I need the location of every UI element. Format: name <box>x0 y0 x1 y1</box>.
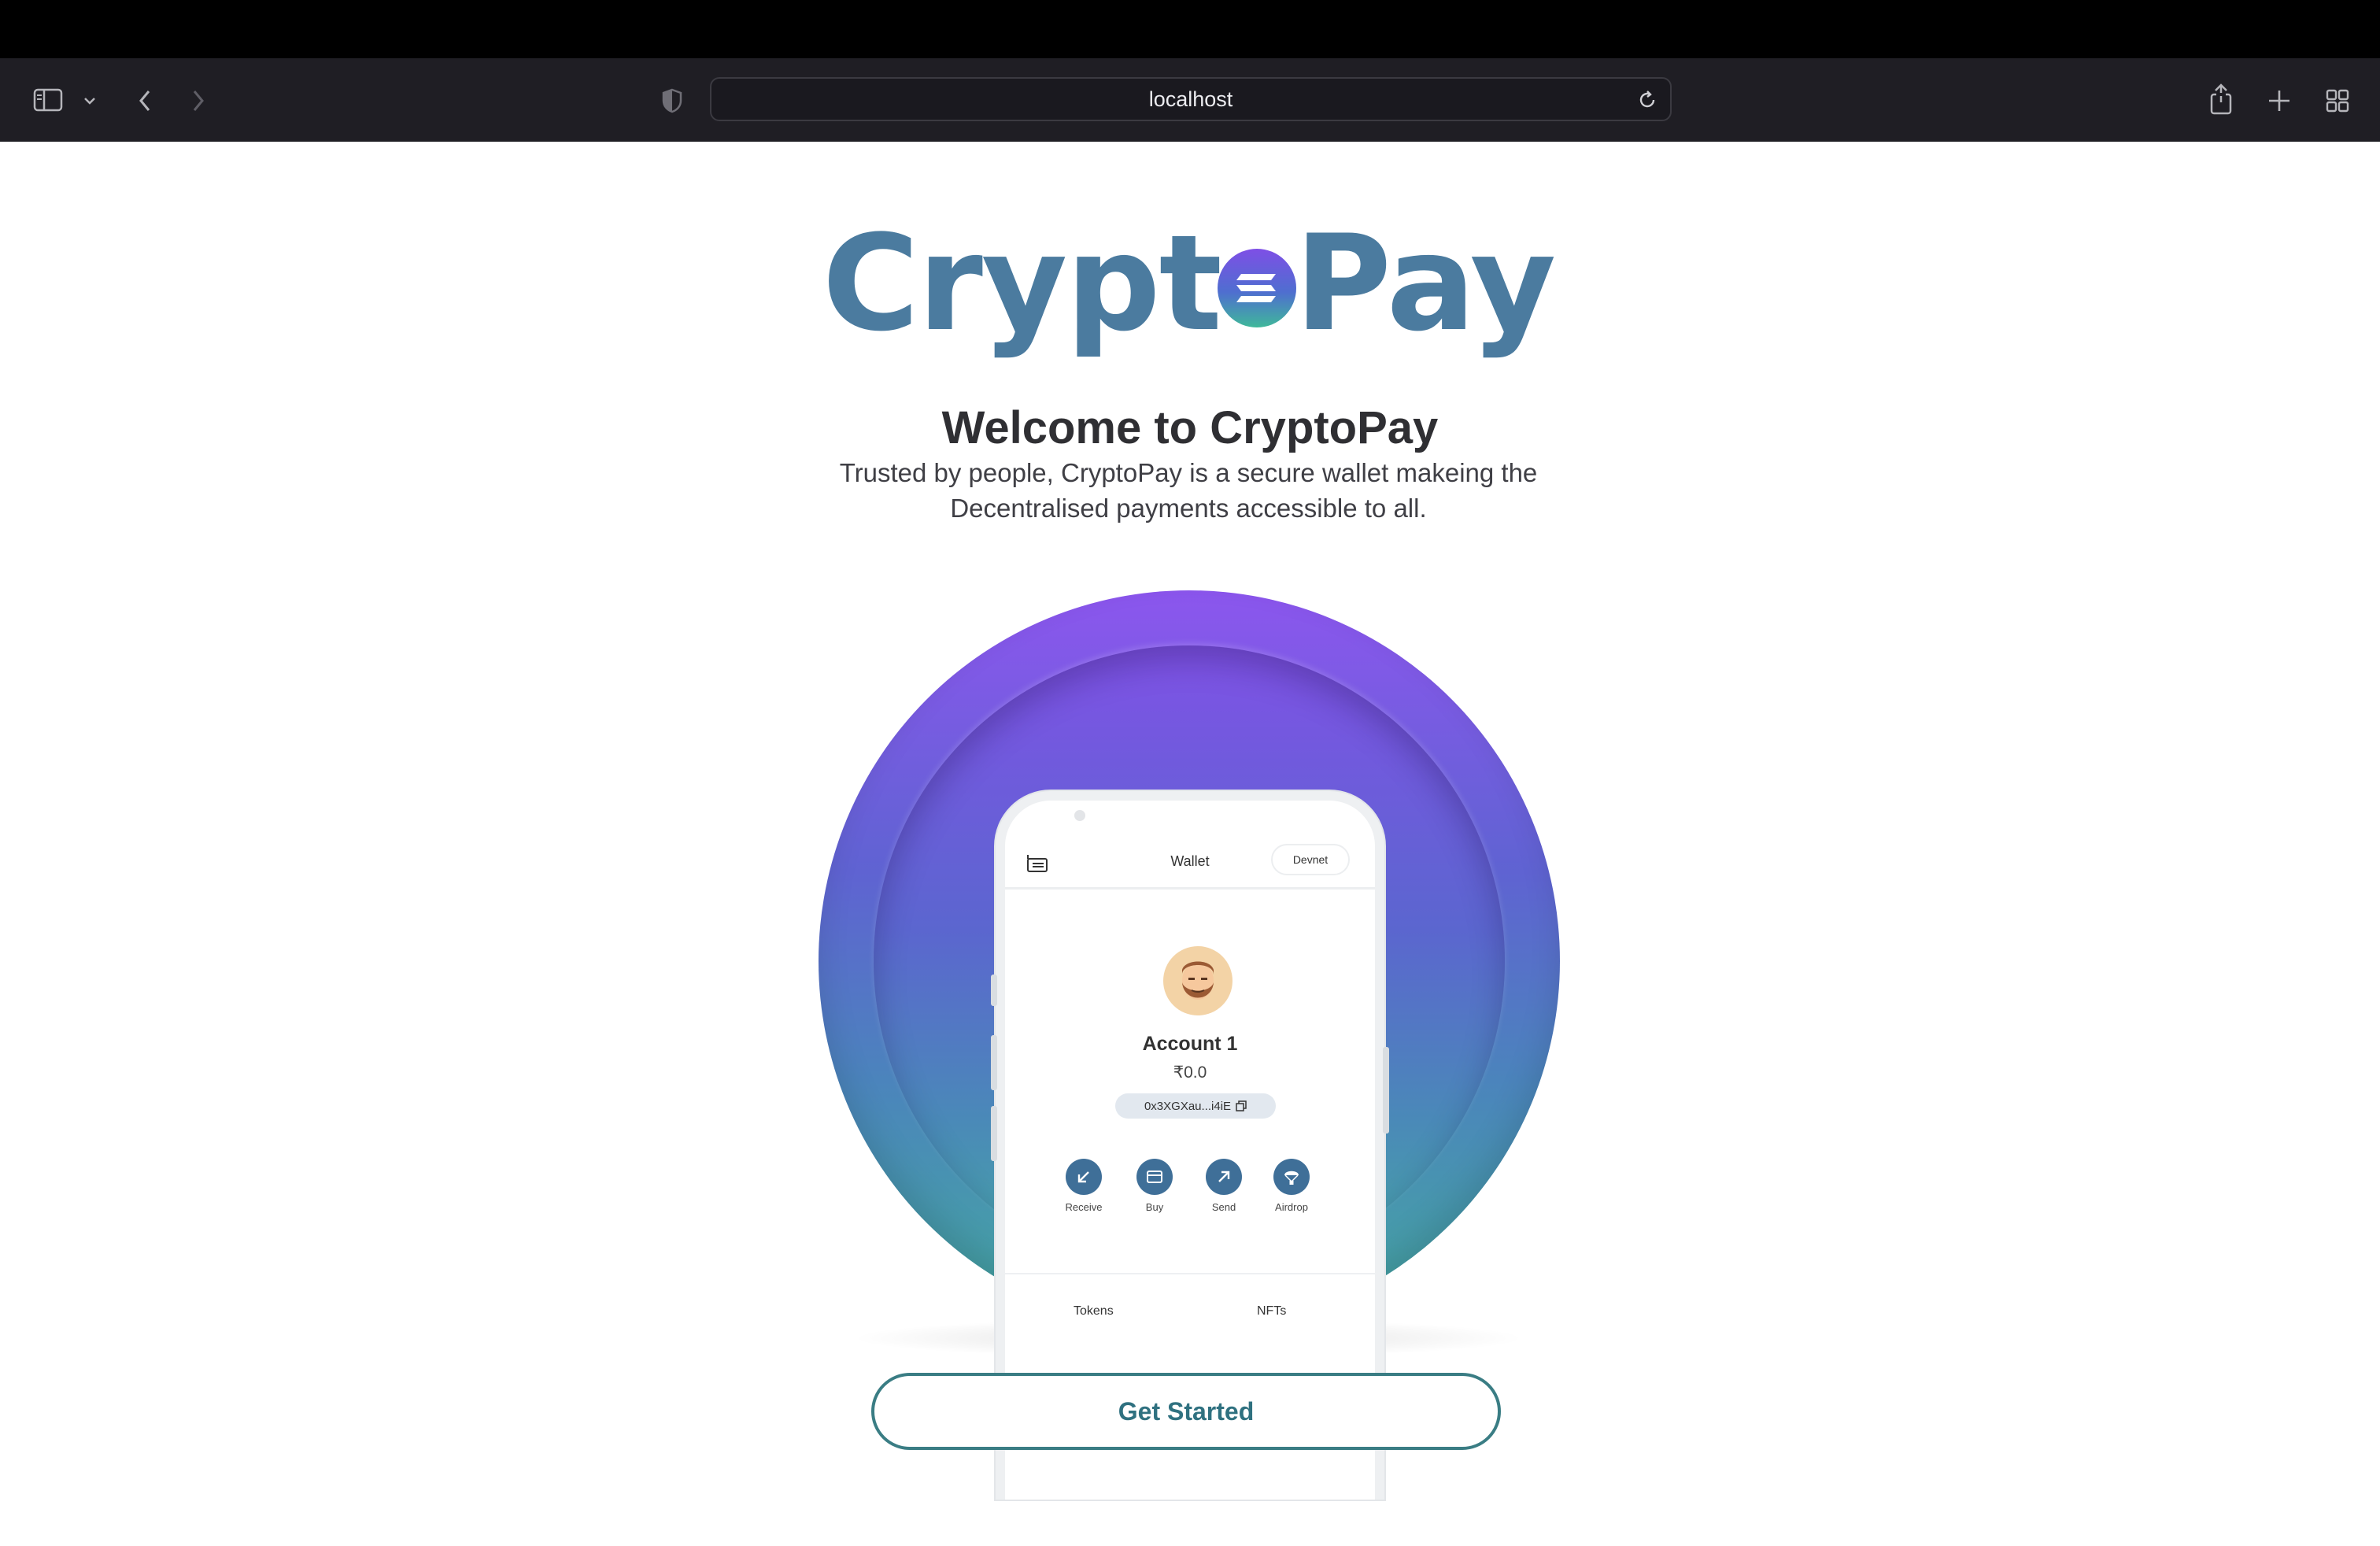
phone-divider <box>1005 1273 1375 1274</box>
wallet-address: 0x3XGXau...i4iE <box>1144 1099 1232 1113</box>
wallet-actions: Receive Buy Send Airdrop <box>1052 1159 1343 1230</box>
address-text: localhost <box>1148 87 1233 111</box>
new-tab-icon[interactable] <box>2262 83 2297 118</box>
subtitle-line-1: Trusted by people, CryptoPay is a secure… <box>839 458 1538 487</box>
subtitle-line-2: Decentralised payments accessible to all… <box>950 494 1427 523</box>
back-icon[interactable] <box>129 85 161 117</box>
avatar <box>1163 946 1232 1015</box>
reload-icon[interactable] <box>1635 88 1659 112</box>
tab-tokens: Tokens <box>1074 1304 1114 1318</box>
action-send: Send <box>1192 1159 1255 1213</box>
arrow-up-right-icon <box>1206 1159 1242 1195</box>
forward-icon[interactable] <box>183 85 214 117</box>
action-label: Airdrop <box>1275 1201 1308 1213</box>
landing-page: Crypt Pay Welcome to CryptoPay Trusted b… <box>0 142 2380 1546</box>
copy-icon <box>1236 1100 1247 1111</box>
logo-text-left: Crypt <box>822 206 1222 361</box>
address-bar[interactable]: localhost <box>710 77 1672 121</box>
phone-side-button <box>991 1035 997 1090</box>
action-airdrop: Airdrop <box>1260 1159 1323 1213</box>
action-buy: Buy <box>1123 1159 1186 1213</box>
sidebar-toggle-icon[interactable] <box>30 82 66 118</box>
logo-text-right: Pay <box>1294 206 1556 361</box>
arrow-down-left-icon <box>1066 1159 1102 1195</box>
phone-camera <box>1074 810 1085 821</box>
cryptopay-logo: Crypt Pay <box>819 213 1558 354</box>
action-label: Receive <box>1065 1201 1103 1213</box>
action-receive: Receive <box>1052 1159 1115 1213</box>
tab-nfts: NFTs <box>1257 1304 1287 1318</box>
network-badge: Devnet <box>1271 844 1350 875</box>
solana-coin-icon <box>1217 249 1296 327</box>
phone-side-button <box>1383 1047 1389 1134</box>
browser-toolbar: localhost <box>0 58 2380 142</box>
account-balance: ₹0.0 <box>1173 1063 1207 1082</box>
phone-header: Wallet Devnet <box>1005 836 1375 890</box>
page-subtitle: Trusted by people, CryptoPay is a secure… <box>819 455 1558 526</box>
parachute-icon <box>1273 1159 1310 1195</box>
action-label: Buy <box>1145 1201 1164 1213</box>
page-title: Welcome to CryptoPay <box>941 402 1439 453</box>
phone-side-button <box>991 1106 997 1161</box>
account-name: Account 1 <box>1142 1033 1238 1055</box>
os-menu-strip <box>0 0 2380 58</box>
privacy-shield-icon[interactable] <box>656 85 688 117</box>
tab-overview-icon[interactable] <box>2320 83 2355 118</box>
phone-side-button <box>991 975 997 1006</box>
share-icon[interactable] <box>2204 79 2238 120</box>
action-label: Send <box>1211 1201 1236 1213</box>
chevron-down-icon[interactable] <box>79 90 101 112</box>
get-started-button[interactable]: Get Started <box>871 1373 1501 1450</box>
card-icon <box>1136 1159 1173 1195</box>
wallet-address-pill: 0x3XGXau...i4iE <box>1115 1093 1276 1119</box>
